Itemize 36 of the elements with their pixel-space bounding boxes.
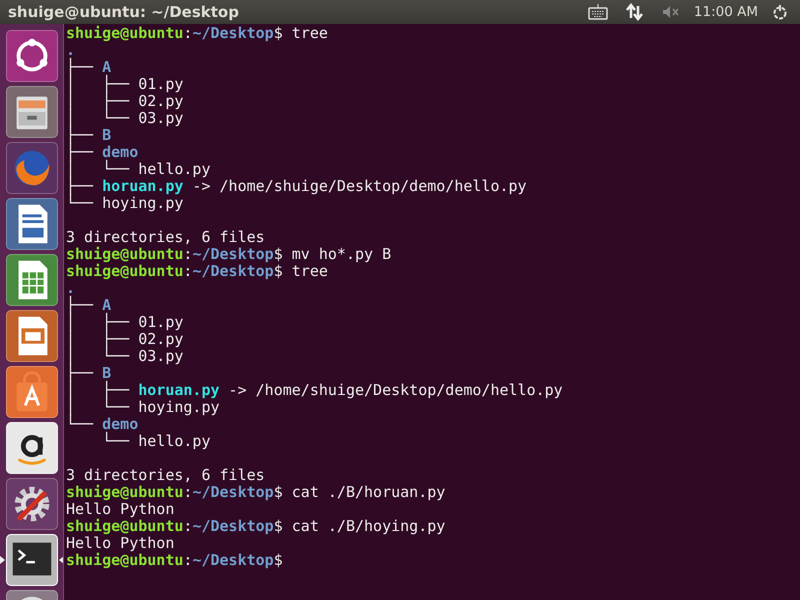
amazon-launcher-icon[interactable] bbox=[6, 422, 58, 474]
terminal-line: shuige@ubuntu:~/Desktop$ mv ho*.py B bbox=[66, 246, 392, 263]
keyboard-icon[interactable] bbox=[588, 4, 608, 20]
terminal-line: shuige@ubuntu:~/Desktop$ bbox=[66, 552, 284, 569]
power-icon[interactable] bbox=[772, 4, 788, 20]
terminal-line: 3 directories, 6 files bbox=[66, 229, 266, 246]
browser-launcher-icon[interactable] bbox=[6, 142, 58, 194]
terminal-line: ├── B bbox=[66, 365, 112, 382]
terminal-line: shuige@ubuntu:~/Desktop$ cat ./B/hoying.py bbox=[66, 518, 446, 535]
calc-launcher-icon[interactable] bbox=[6, 254, 58, 306]
impress-launcher-icon[interactable] bbox=[6, 310, 58, 362]
terminal-line: 3 directories, 6 files bbox=[66, 467, 266, 484]
terminal-line: ├── A bbox=[66, 59, 112, 76]
settings-launcher-icon[interactable] bbox=[6, 478, 58, 530]
dash-launcher-icon[interactable] bbox=[6, 30, 58, 82]
terminal-line: ├── A bbox=[66, 297, 112, 314]
files-launcher-icon[interactable] bbox=[6, 86, 58, 138]
terminal-line: ├── B bbox=[66, 127, 112, 144]
terminal-line: . bbox=[66, 280, 76, 297]
terminal-line: shuige@ubuntu:~/Desktop$ tree bbox=[66, 25, 329, 42]
window-title: shuige@ubuntu: ~/Desktop bbox=[8, 3, 240, 21]
terminal-line: . bbox=[66, 42, 76, 59]
terminal-launcher-icon[interactable] bbox=[6, 534, 58, 586]
writer-launcher-icon[interactable] bbox=[6, 198, 58, 250]
clock[interactable]: 11:00 AM bbox=[694, 4, 758, 20]
terminal-line: Hello Python bbox=[66, 535, 174, 552]
terminal-line: ├── horuan.py -> /home/shuige/Desktop/demo/hello.py bbox=[66, 178, 528, 195]
terminal-line: └── hello.py bbox=[101, 433, 212, 450]
terminal-line: └── hoying.py bbox=[66, 195, 184, 212]
terminal-line: shuige@ubuntu:~/Desktop$ cat ./B/horuan.py bbox=[66, 484, 446, 501]
muted-speaker-icon[interactable] bbox=[662, 6, 680, 18]
terminal-line: └── demo bbox=[66, 416, 140, 433]
arrows-icon[interactable] bbox=[626, 3, 644, 21]
terminal-line: Hello Python bbox=[66, 501, 174, 518]
terminal-line: ├── demo bbox=[66, 144, 140, 161]
terminal-line: shuige@ubuntu:~/Desktop$ tree bbox=[66, 263, 328, 280]
